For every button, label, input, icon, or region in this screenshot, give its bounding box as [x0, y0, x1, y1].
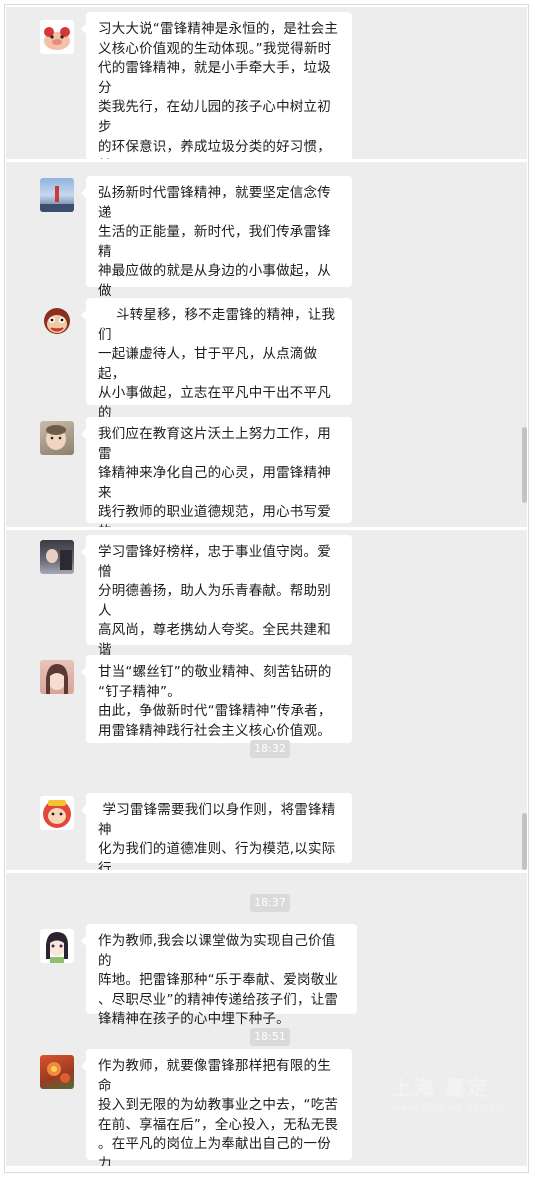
message-bubble[interactable]: 弘扬新时代雷锋精神，就要坚定信念传递 生活的正能量，新时代，我们传承雷锋精 神最… — [81, 176, 352, 358]
avatar-girl-photo[interactable] — [40, 660, 74, 694]
avatar-red-cartoon-icon[interactable] — [40, 796, 74, 830]
timestamp: 18:32 — [250, 740, 290, 758]
site-watermark: 上海 嘉定 www.jiading.gov.cn — [392, 1072, 503, 1114]
message-bubble[interactable]: 作为教师,我会以课堂做为实现自己价值的 阵地。把雷锋那种“乐于奉献、爱岗敬业 、… — [81, 924, 357, 1027]
message-bubble[interactable]: 学习雷锋需要我们以身作则，将雷锋精神 化为我们的道德准则、行为模范,以实际行 动… — [81, 793, 352, 870]
avatar-flower-photo[interactable] — [40, 1055, 74, 1089]
avatar-cartoon-face-icon[interactable] — [40, 303, 74, 337]
avatar-car-photo[interactable] — [40, 540, 74, 574]
scrollbar-thumb[interactable] — [522, 813, 527, 870]
watermark-url: www.jiading.gov.cn — [392, 1101, 504, 1114]
watermark-brand: 上海 嘉定 — [392, 1076, 489, 1100]
scrollbar-thumb[interactable] — [522, 427, 527, 503]
message-bubble[interactable]: 作为教师，就要像雷锋那样把有限的生命 投入到无限的为幼教事业之中去，“吃苦 在前… — [81, 1049, 352, 1166]
chat-panel-3[interactable]: 学习雷锋好榜样，忠于事业值守岗。爱憎 分明德善扬，助人为乐青春献。帮助别人 高风… — [6, 530, 527, 870]
chat-panel-1[interactable]: 习大大说“雷锋精神是永恒的，是社会主 义核心价值观的生动体现。”我觉得新时 代的… — [6, 7, 527, 159]
message-bubble[interactable]: 甘当“螺丝钉”的敬业精神、刻苦钻研的 “钉子精神”。 由此，争做新时代“雷锋精神… — [81, 655, 352, 743]
avatar-landscape-photo[interactable] — [40, 178, 74, 212]
timestamp: 18:37 — [250, 894, 290, 912]
message-bubble[interactable]: 学习雷锋好榜样，忠于事业值守岗。爱憎 分明德善扬，助人为乐青春献。帮助别人 高风… — [81, 535, 352, 717]
chat-panel-4[interactable]: 18:37 作为教师,我会以课堂做为实现自己价值的 阵地。把雷锋那种“乐于奉献、… — [6, 873, 527, 1166]
avatar-pig-icon[interactable] — [40, 20, 74, 54]
avatar-anime-girl-icon[interactable] — [40, 929, 74, 963]
message-bubble[interactable]: 我们应在教育这片沃土上努力工作，用雷 锋精神来净化自己的心灵，用雷锋精神来 践行… — [81, 417, 352, 527]
message-bubble[interactable]: 斗转星移，移不走雷锋的精神，让我们 一起谦虚待人，甘于平凡，从点滴做起， 从小事… — [81, 298, 352, 460]
chat-panel-2[interactable]: 弘扬新时代雷锋精神，就要坚定信念传递 生活的正能量，新时代，我们传承雷锋精 神最… — [6, 162, 527, 527]
avatar-baby-photo[interactable] — [40, 421, 74, 455]
timestamp: 18:51 — [250, 1028, 290, 1046]
message-bubble[interactable]: 习大大说“雷锋精神是永恒的，是社会主 义核心价值观的生动体现。”我觉得新时 代的… — [81, 12, 352, 159]
